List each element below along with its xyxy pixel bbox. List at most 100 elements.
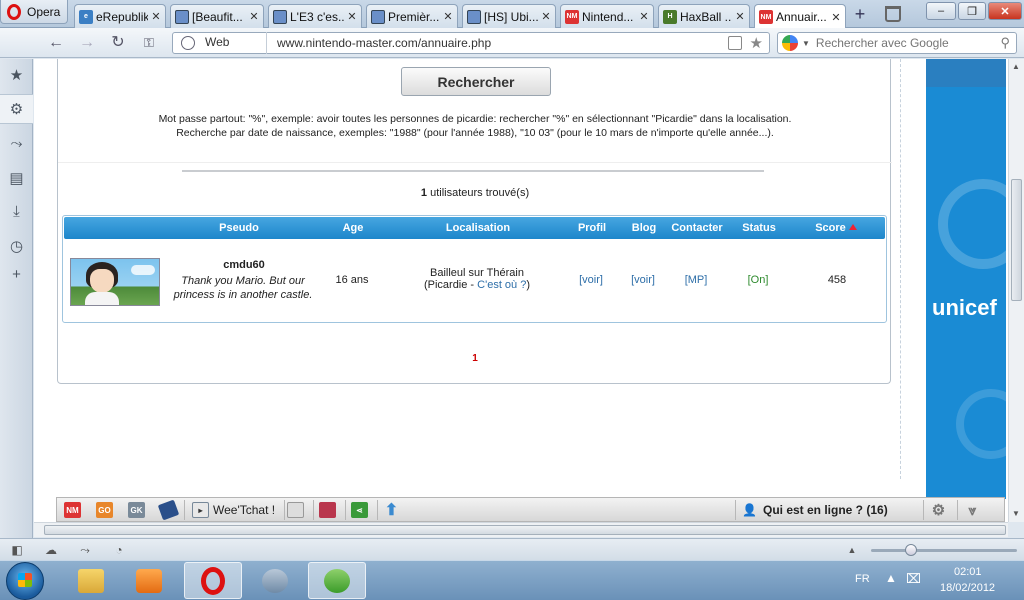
trash-icon[interactable] <box>885 6 901 22</box>
phone-icon[interactable] <box>157 499 180 521</box>
search-icon[interactable]: ⚲ <box>1000 35 1010 51</box>
scrollbar-thumb[interactable] <box>44 525 1006 535</box>
avatar[interactable] <box>70 258 160 306</box>
chevron-down-icon[interactable]: ▼ <box>802 39 810 48</box>
search-button[interactable]: Rechercher <box>401 67 551 96</box>
zoom-slider-handle[interactable] <box>905 544 917 556</box>
back-arrow-icon[interactable]: ← <box>46 34 66 52</box>
go-icon[interactable]: GO <box>96 502 113 518</box>
gk-icon[interactable]: GK <box>128 502 145 518</box>
column-pseudo[interactable]: Pseudo <box>172 217 306 239</box>
scroll-up-icon[interactable]: ▲ <box>1012 62 1020 71</box>
chat-icon[interactable]: ▸ <box>192 502 209 518</box>
table-header: Pseudo Age Localisation Profil Blog Cont… <box>64 217 885 239</box>
device-icon[interactable]: ⌧ <box>906 571 921 587</box>
reload-icon[interactable]: ↻ <box>108 34 128 52</box>
user-pseudo[interactable]: cmdu60 <box>171 259 317 271</box>
url-text[interactable]: www.nintendo-master.com/annuaire.php <box>277 36 728 50</box>
downloads-icon[interactable]: ⤓ <box>8 203 25 220</box>
minimize-button[interactable]: – <box>926 2 956 20</box>
bookmarks-star-icon[interactable]: ★ <box>8 66 25 84</box>
blog-link[interactable]: [voir] <box>619 274 667 286</box>
media-player-taskbar-button[interactable] <box>120 562 178 599</box>
feed-icon[interactable] <box>727 36 742 50</box>
close-icon[interactable]: ✕ <box>443 10 453 23</box>
cloud-icon[interactable]: ☁ <box>44 543 58 557</box>
close-icon[interactable]: ✕ <box>151 10 161 23</box>
close-icon[interactable]: ✕ <box>831 11 841 24</box>
save-icon[interactable] <box>319 502 336 518</box>
close-icon[interactable]: ✕ <box>541 10 551 23</box>
google-icon[interactable] <box>782 35 798 51</box>
gear-icon[interactable]: ⚙ <box>0 94 33 124</box>
profile-link[interactable]: [voir] <box>563 274 619 286</box>
language-indicator[interactable]: FR <box>855 573 870 585</box>
address-bar[interactable]: Web www.nintendo-master.com/annuaire.php… <box>172 32 770 54</box>
search-input[interactable] <box>815 36 1001 50</box>
share-icon[interactable]: ⤳ <box>8 135 25 152</box>
tab-annuaire[interactable]: NM Annuair... ✕ <box>754 4 846 29</box>
add-panel-icon[interactable]: + <box>8 266 25 283</box>
close-icon[interactable]: ✕ <box>249 10 259 23</box>
unite-icon[interactable]: ⤳ <box>78 543 92 557</box>
key-icon[interactable]: ⚿ <box>139 34 159 52</box>
pagination-page[interactable]: 1 <box>58 353 892 364</box>
zoom-up-icon[interactable]: ▲ <box>845 543 859 557</box>
close-icon[interactable]: ✕ <box>735 10 745 23</box>
close-icon[interactable]: ✕ <box>639 10 649 23</box>
column-blog[interactable]: Blog <box>620 217 668 239</box>
tab-e3[interactable]: L'E3 c'es... ✕ <box>268 4 362 28</box>
scroll-down-icon[interactable]: ▼ <box>1012 509 1020 518</box>
tab-title: [Beaufit... <box>192 9 243 24</box>
users-table: Pseudo Age Localisation Profil Blog Cont… <box>62 215 887 323</box>
history-clock-icon[interactable]: ◷ <box>8 237 25 255</box>
arrow-up-icon[interactable]: ⬆ <box>383 502 400 519</box>
close-icon[interactable]: ✕ <box>347 10 357 23</box>
tab-haxball[interactable]: H HaxBall ... ✕ <box>658 4 750 28</box>
maximize-button[interactable]: ❐ <box>958 2 986 20</box>
panel-toggle-icon[interactable]: ◧ <box>10 543 24 557</box>
horizontal-scrollbar[interactable] <box>34 522 1008 537</box>
tab-hs-ubi[interactable]: [HS] Ubi... ✕ <box>462 4 556 28</box>
network-taskbar-button[interactable] <box>246 562 304 599</box>
scrollbar-thumb[interactable] <box>1011 179 1022 301</box>
chat-label[interactable]: Wee'Tchat ! <box>213 503 275 517</box>
bookmark-star-icon[interactable]: ★ <box>750 34 763 52</box>
close-window-button[interactable]: ✕ <box>988 2 1022 20</box>
opera-menu-button[interactable]: Opera <box>0 0 68 24</box>
windows-icon[interactable] <box>287 502 304 518</box>
column-score[interactable]: Score <box>804 217 868 239</box>
tab-premiere[interactable]: Premièr... ✕ <box>366 4 458 28</box>
unicef-ad-banner[interactable]: unicef <box>926 59 1006 499</box>
play-icon <box>136 568 162 593</box>
messenger-taskbar-button[interactable] <box>308 562 366 599</box>
collapse-icon[interactable]: ⩔ <box>964 502 981 518</box>
nm-icon[interactable]: NM <box>64 502 81 518</box>
column-localisation[interactable]: Localisation <box>414 217 542 239</box>
column-age[interactable]: Age <box>326 217 380 239</box>
column-contacter[interactable]: Contacter <box>664 217 730 239</box>
tab-erepublik[interactable]: e eRepublik ✕ <box>74 4 166 28</box>
location-map-link[interactable]: C'est où ? <box>477 279 526 291</box>
explorer-taskbar-button[interactable] <box>62 562 120 599</box>
show-hidden-icons-icon[interactable]: ▲ <box>885 571 897 585</box>
clock-time[interactable]: 02:01 <box>954 566 982 578</box>
speed-dial-icon[interactable]: ◔ <box>112 543 126 557</box>
share-icon[interactable]: ⋖ <box>351 502 368 518</box>
opera-taskbar-button[interactable] <box>184 562 242 599</box>
column-profil[interactable]: Profil <box>564 217 620 239</box>
search-box[interactable]: ▼ ⚲ <box>777 32 1017 54</box>
column-status[interactable]: Status <box>730 217 788 239</box>
gear-icon[interactable]: ⚙ <box>930 502 947 519</box>
vertical-scrollbar[interactable]: ▲ ▼ <box>1008 59 1024 522</box>
start-button[interactable] <box>6 562 44 600</box>
tab-nintendo[interactable]: NM Nintend... ✕ <box>560 4 654 28</box>
new-tab-button[interactable]: + <box>851 5 869 24</box>
notes-icon[interactable]: ▤ <box>8 169 25 187</box>
tab-beaufit[interactable]: [Beaufit... ✕ <box>170 4 264 28</box>
forward-arrow-icon[interactable]: → <box>77 34 97 52</box>
message-link[interactable]: [MP] <box>663 274 729 286</box>
clock-date[interactable]: 18/02/2012 <box>940 582 995 594</box>
zoom-slider[interactable] <box>871 549 1017 552</box>
online-users-label[interactable]: Qui est en ligne ? (16) <box>763 503 888 517</box>
